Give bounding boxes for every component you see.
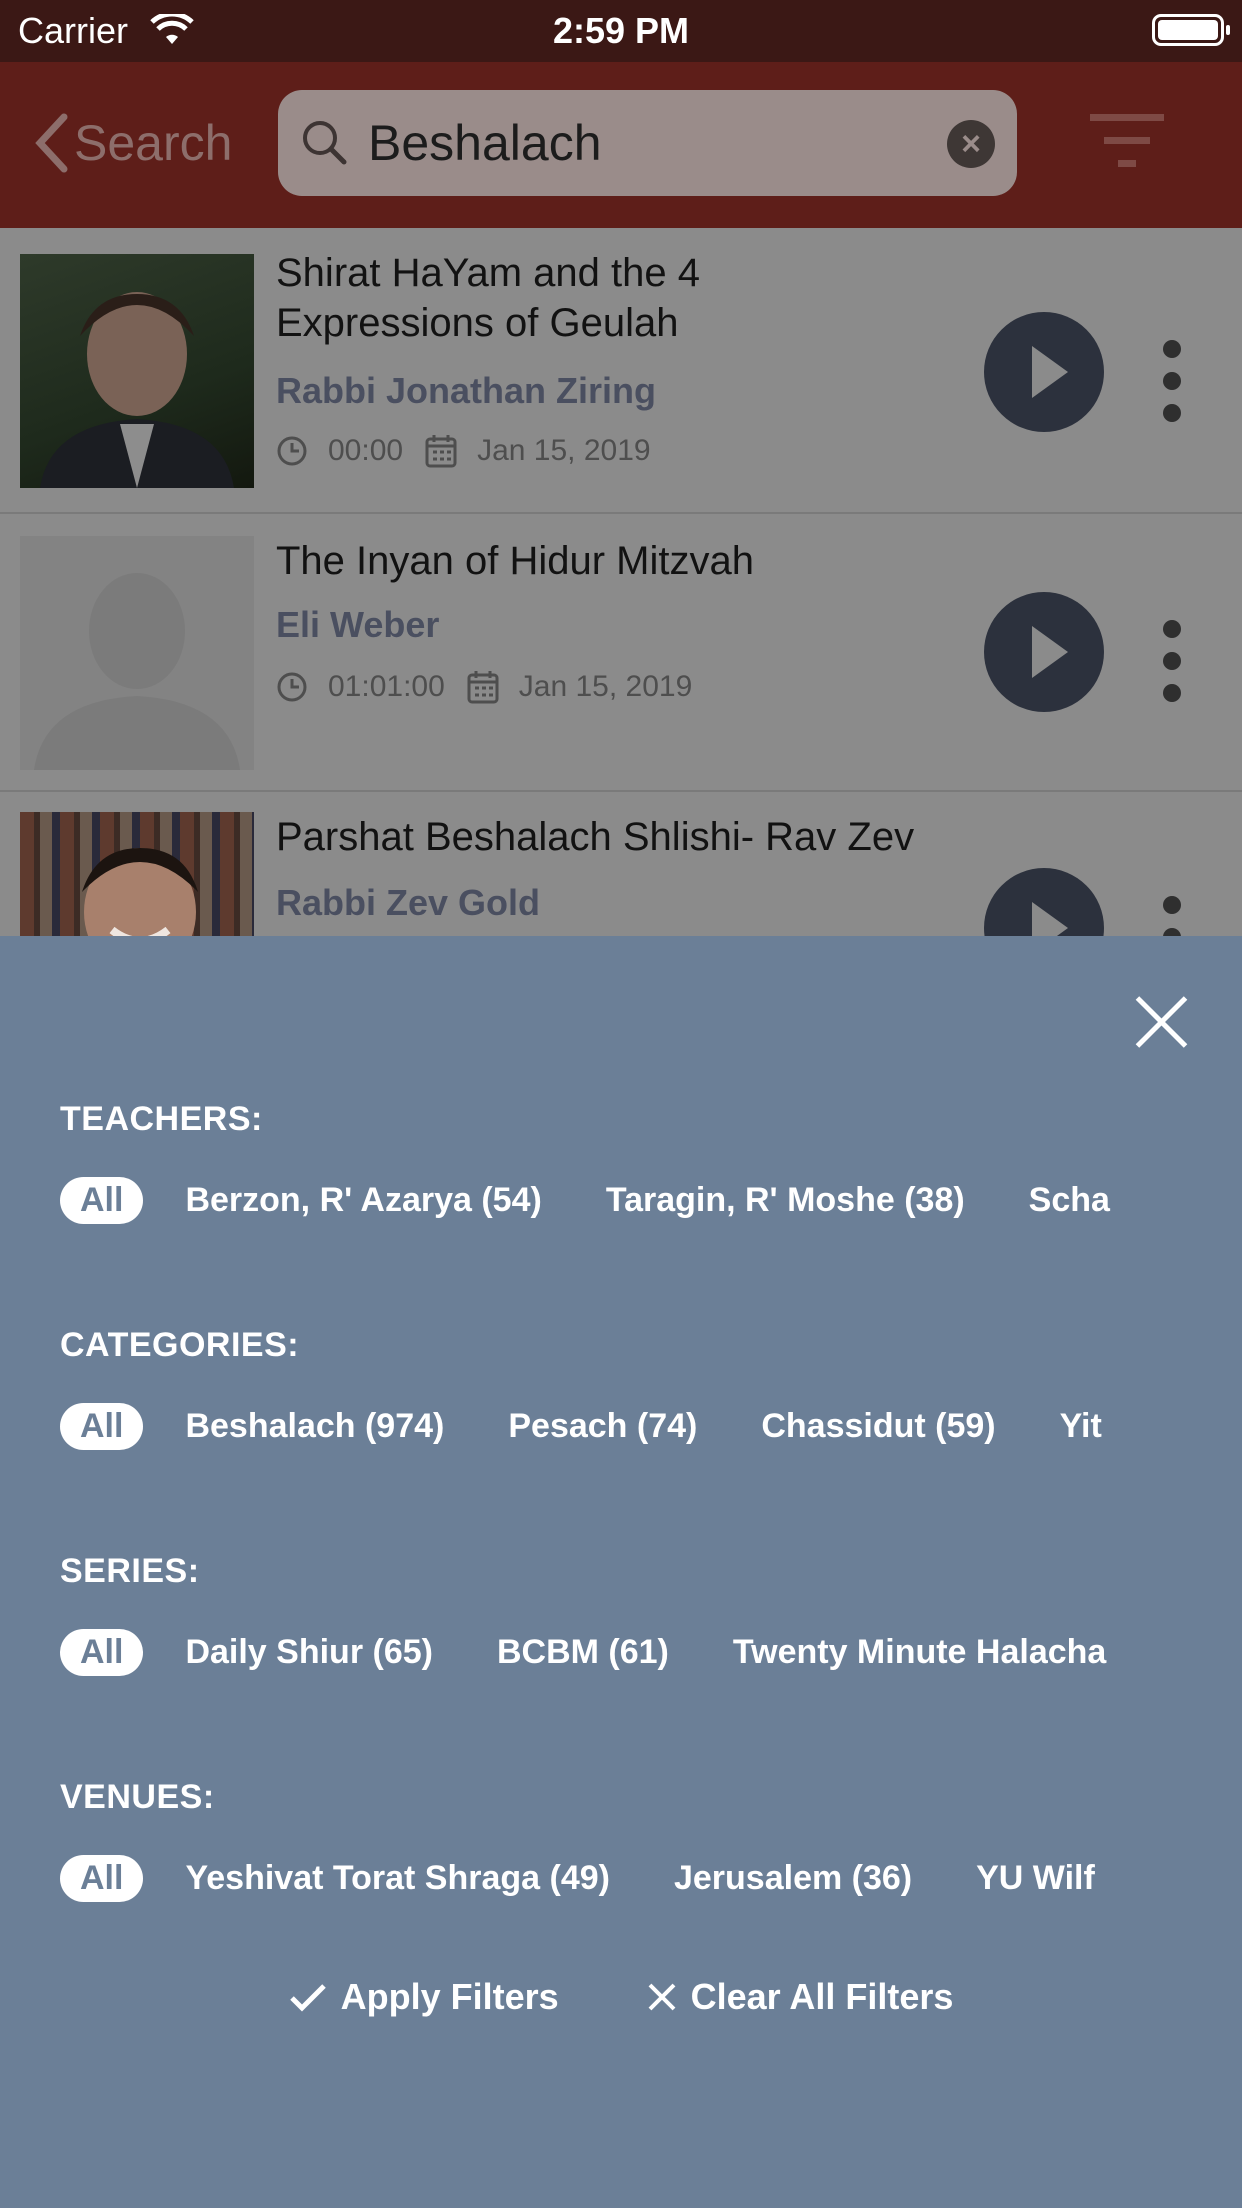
clock: 2:59 PM [552, 10, 690, 51]
chip-category[interactable]: Beshalach (974) [185, 1407, 444, 1446]
date: Jan 15, 2019 [477, 434, 651, 467]
play-button[interactable] [984, 868, 1104, 936]
chip-series[interactable]: Daily Shiur (65) [185, 1633, 433, 1672]
result-meta: 00:00 Jan 15, 2019 [276, 434, 651, 468]
chip-category[interactable]: Chassidut (59) [761, 1407, 995, 1446]
chip-categories-all[interactable]: All [60, 1402, 144, 1450]
chip-teacher[interactable]: Scha [1029, 1181, 1110, 1220]
chip-venue[interactable]: Jerusalem (36) [674, 1859, 912, 1898]
venues-chips[interactable]: All Yeshivat Torat Shraga (49) Jerusalem… [60, 1848, 1182, 1908]
chip-venues-all[interactable]: All [60, 1854, 144, 1902]
filter-actions: Apply Filters Clear All Filters [0, 1976, 1242, 2018]
result-title: Parshat Beshalach Shlishi- Rav Zev [276, 815, 915, 859]
teachers-chips[interactable]: All Berzon, R' Azarya (54) Taragin, R' M… [60, 1170, 1182, 1230]
categories-chips[interactable]: All Beshalach (974) Pesach (74) Chassidu… [60, 1396, 1182, 1456]
more-options-icon[interactable] [1163, 896, 1181, 936]
x-icon [648, 1983, 676, 2011]
list-item[interactable]: The Inyan of Hidur Mitzvah Eli Weber 01:… [0, 514, 1242, 792]
back-label: Search [74, 115, 233, 171]
result-meta: 01:01:00 Jan 15, 2019 [276, 670, 692, 704]
teacher-photo-placeholder [20, 536, 254, 770]
clock-icon [277, 436, 307, 466]
result-author[interactable]: Eli Weber [276, 604, 439, 646]
result-author[interactable]: Rabbi Jonathan Ziring [276, 370, 656, 412]
clock-icon [277, 672, 307, 702]
more-options-icon[interactable] [1163, 620, 1181, 716]
chevron-left-icon [35, 113, 68, 173]
teachers-label: TEACHERS: [60, 1100, 263, 1138]
nav-bar: Search Beshalach × [0, 62, 1242, 228]
status-bar: Carrier 2:59 PM [0, 0, 1242, 62]
battery-icon [1152, 14, 1230, 46]
close-icon[interactable] [1134, 994, 1190, 1050]
play-button[interactable] [984, 592, 1104, 712]
series-chips[interactable]: All Daily Shiur (65) BCBM (61) Twenty Mi… [60, 1622, 1182, 1682]
teacher-photo [20, 254, 254, 488]
result-title: The Inyan of Hidur Mitzvah [276, 539, 754, 583]
clear-filters-button[interactable]: Clear All Filters [647, 1976, 954, 2018]
calendar-icon [425, 435, 457, 468]
apply-filters-button[interactable]: Apply Filters [289, 1976, 559, 2018]
clear-filters-label: Clear All Filters [690, 1976, 954, 2017]
series-label: SERIES: [60, 1552, 200, 1590]
chip-teachers-all[interactable]: All [60, 1176, 144, 1224]
back-button[interactable]: Search [34, 108, 232, 178]
filter-panel: TEACHERS: All Berzon, R' Azarya (54) Tar… [0, 936, 1242, 2208]
calendar-icon [467, 671, 499, 704]
chip-series-all[interactable]: All [60, 1628, 144, 1676]
search-icon [300, 118, 348, 171]
chip-series[interactable]: Twenty Minute Halacha [733, 1633, 1106, 1672]
apply-filters-label: Apply Filters [340, 1976, 559, 2017]
list-item[interactable]: Shirat HaYam and the 4 Expressions of Ge… [0, 228, 1242, 514]
teacher-photo [20, 812, 254, 936]
chip-series[interactable]: BCBM (61) [497, 1633, 669, 1672]
list-item[interactable]: Parshat Beshalach Shlishi- Rav Zev Rabbi… [0, 792, 1242, 936]
chip-category[interactable]: Pesach (74) [508, 1407, 697, 1446]
results-list: Shirat HaYam and the 4 Expressions of Ge… [0, 228, 1242, 936]
duration: 01:01:00 [328, 670, 445, 703]
chip-venue[interactable]: Yeshivat Torat Shraga (49) [185, 1859, 610, 1898]
search-query: Beshalach [368, 115, 602, 171]
categories-label: CATEGORIES: [60, 1326, 300, 1364]
result-author[interactable]: Rabbi Zev Gold [276, 882, 540, 924]
more-options-icon[interactable] [1163, 340, 1181, 436]
search-input[interactable]: Beshalach × [278, 90, 1017, 196]
date: Jan 15, 2019 [518, 670, 693, 703]
play-button[interactable] [984, 312, 1104, 432]
duration: 00:00 [328, 434, 404, 467]
filter-icon[interactable] [1090, 114, 1164, 173]
checkmark-icon [289, 1984, 326, 2012]
chip-teacher[interactable]: Berzon, R' Azarya (54) [185, 1181, 541, 1220]
chip-venue[interactable]: YU Wilf [976, 1859, 1095, 1898]
venues-label: VENUES: [60, 1778, 215, 1816]
chip-category[interactable]: Yit [1060, 1407, 1102, 1446]
clear-search-icon[interactable]: × [947, 120, 995, 168]
result-title: Shirat HaYam and the 4 Expressions of Ge… [276, 251, 700, 345]
chip-teacher[interactable]: Taragin, R' Moshe (38) [606, 1181, 965, 1220]
